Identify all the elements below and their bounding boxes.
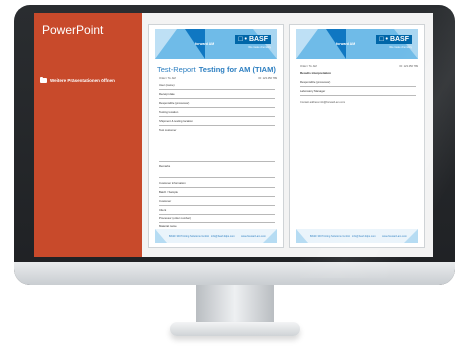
page-footer: BASF 3D Printing Solutions GmbH info@bas…	[296, 229, 418, 243]
footer-website: www.forward-am.com	[382, 235, 407, 238]
basf-tagline: We create chemistry	[389, 46, 412, 49]
document-preview: forward AM □ • BASF We create chemistry …	[142, 13, 433, 257]
form-field: Test customer	[159, 127, 275, 162]
page-1[interactable]: forward AM □ • BASF We create chemistry …	[148, 24, 284, 248]
page-title: Test-Report Testing for AM (TIAM)	[157, 65, 276, 74]
test-report-title: Test-Report	[157, 65, 196, 74]
test-report-subtitle: Testing for AM (TIAM)	[198, 65, 276, 74]
basf-logo: □ • BASF	[376, 35, 412, 44]
meta-right: ID: 123 456 789	[258, 77, 277, 80]
basf-logo: □ • BASF	[235, 35, 271, 44]
form-field: Responsible (processor)	[300, 79, 416, 87]
results-title: Results interpretation	[300, 71, 332, 75]
page-2[interactable]: forward AM □ • BASF We create chemistry …	[289, 24, 425, 248]
form-field: Customer information	[159, 180, 275, 188]
form-field: Laboratory Manager	[300, 88, 416, 96]
page-footer: BASF 3D Printing Solutions GmbH info@bas…	[155, 229, 277, 243]
open-other-presentations[interactable]: Weitere Präsentationen öffnen	[40, 77, 115, 83]
footer-company: BASF 3D Printing Solutions GmbH	[169, 235, 209, 238]
footer-email: info@basf-3dps.com	[211, 235, 235, 238]
meta-left: Order / To: AM	[159, 77, 176, 80]
form-field: Shipment & testing location	[159, 118, 275, 126]
monitor-stand-base	[170, 322, 300, 336]
form-field: Batch / Sample	[159, 189, 275, 197]
form-field: Receipt date	[159, 91, 275, 99]
meta-right: ID: 123 456 789	[399, 65, 418, 68]
app-title: PowerPoint	[42, 23, 104, 37]
contact-line: Contact address info@forward-am.com	[300, 101, 346, 104]
footer-website: www.forward-am.com	[241, 235, 266, 238]
meta-left: Order / To: AM	[300, 65, 317, 68]
forward-am-logo: forward AM	[195, 42, 215, 46]
footer-email: info@basf-3dps.com	[352, 235, 376, 238]
form-field: Client	[159, 207, 275, 215]
footer-company: BASF 3D Printing Solutions GmbH	[310, 235, 350, 238]
form-field: Testing location	[159, 109, 275, 117]
monitor-stand-neck	[196, 285, 274, 325]
form-field: Customer	[159, 198, 275, 206]
page-header-banner: forward AM □ • BASF We create chemistry	[155, 29, 277, 59]
page-header-banner: forward AM □ • BASF We create chemistry	[296, 29, 418, 59]
forward-am-logo: forward AM	[336, 42, 356, 46]
form-field: Remarks	[159, 163, 275, 178]
folder-icon	[40, 77, 47, 83]
basf-tagline: We create chemistry	[248, 46, 271, 49]
open-other-presentations-label: Weitere Präsentationen öffnen	[50, 78, 115, 83]
form-field: Processor (order number)	[159, 215, 275, 223]
powerpoint-sidebar: PowerPoint Weitere Präsentationen öffnen	[34, 13, 142, 257]
monitor-chin	[14, 262, 455, 285]
form-field: Responsible (processor)	[159, 100, 275, 108]
form-field: User (name)	[159, 82, 275, 90]
monitor: PowerPoint Weitere Präsentationen öffnen…	[14, 5, 455, 285]
screen: PowerPoint Weitere Präsentationen öffnen…	[34, 13, 433, 257]
